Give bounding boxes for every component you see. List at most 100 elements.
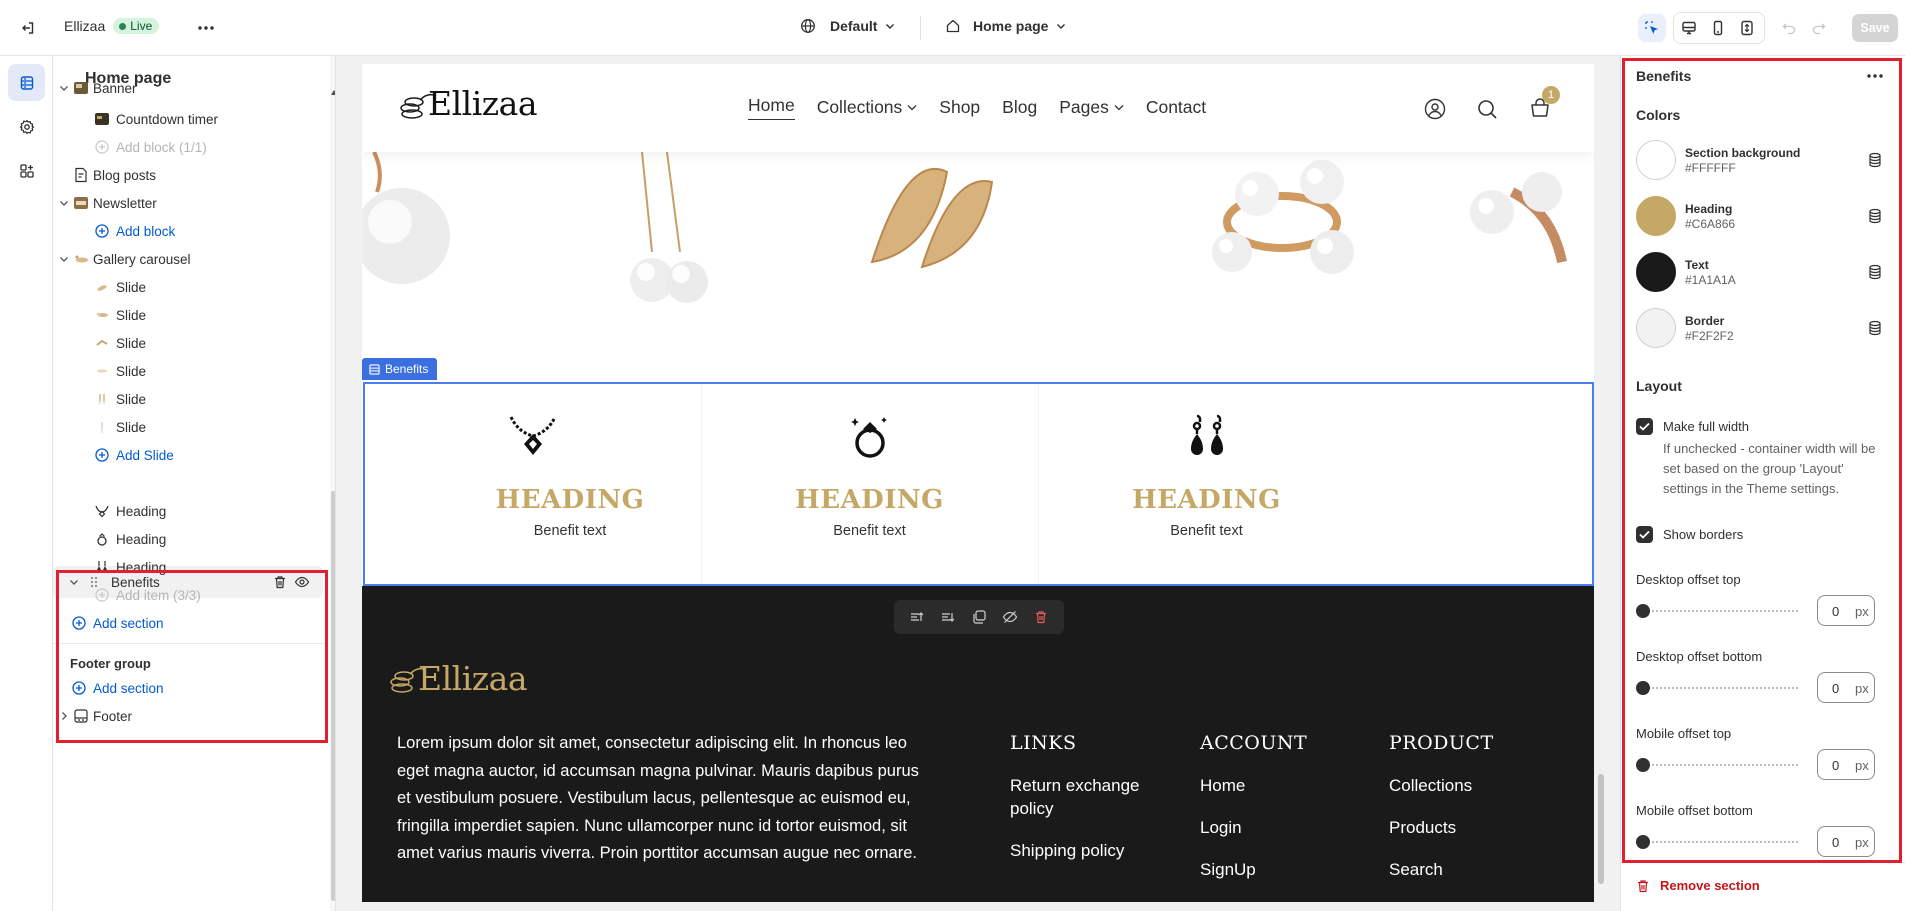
settings-more-button[interactable] [1867,68,1887,84]
section-tag[interactable]: Benefits [362,358,438,380]
footer-link[interactable]: Products [1389,816,1494,839]
tree-label: Add section [93,680,164,696]
theme-select[interactable]: Default [800,18,895,34]
chevron-down-icon[interactable] [57,196,71,210]
ring-icon [93,530,111,548]
benefit-item[interactable]: HEADING Benefit text [701,384,1038,584]
preview-scrollbar[interactable] [1596,64,1605,902]
desktop-offset-bottom-input[interactable]: 0 px [1817,672,1875,703]
layout-heading: Layout [1636,378,1682,394]
section-settings-panel: Benefits Colors Section background #FFFF… [1620,56,1905,911]
add-slide-button[interactable]: Add Slide [53,438,328,472]
footer-logo[interactable]: Ellizaa [418,659,528,698]
nav-link-collections[interactable]: Collections [817,95,918,120]
full-width-checkbox[interactable] [1636,418,1653,435]
sections-button[interactable] [8,64,45,101]
color-swatch-section-background[interactable] [1636,140,1676,180]
tree-label: Slide [116,279,147,295]
mobile-offset-top-slider[interactable] [1636,757,1800,773]
footer-link[interactable]: Return exchange policy [1010,774,1170,820]
theme-settings-button[interactable] [8,108,45,145]
chevron-right-icon[interactable] [57,709,71,723]
site-logo[interactable]: Ellizaa [428,84,538,123]
database-icon[interactable] [1867,152,1883,168]
footer-column-links: LINKS Return exchange policy Shipping po… [1010,732,1170,881]
nav-link-pages[interactable]: Pages [1059,95,1124,120]
footer-link[interactable]: Search [1389,858,1494,881]
nav-link-contact[interactable]: Contact [1146,95,1206,120]
page-select[interactable]: Home page [945,18,1066,34]
database-icon[interactable] [1867,264,1883,280]
footer-link[interactable]: Shipping policy [1010,839,1170,862]
delete-icon[interactable] [1033,609,1049,625]
footer-link[interactable]: Collections [1389,774,1494,797]
exit-button[interactable] [14,14,42,42]
tree-section-banner[interactable]: Banner [53,71,328,105]
color-name: Section background [1685,146,1801,160]
move-down-icon[interactable] [940,609,956,625]
nav-link-shop[interactable]: Shop [939,95,980,120]
section-toolbar [894,600,1064,634]
slider-knob[interactable] [1636,835,1650,849]
benefit-item[interactable]: HEADING Benefit text [1038,384,1375,584]
scroll-up-arrow[interactable] [331,90,335,96]
duplicate-icon[interactable] [971,609,987,625]
color-swatch-text[interactable] [1636,252,1676,292]
show-borders-label[interactable]: Show borders [1663,527,1743,542]
hide-icon[interactable] [1002,609,1018,625]
slider-knob[interactable] [1636,604,1650,618]
add-section-button[interactable]: Add section [53,606,328,640]
mobile-offset-top-input[interactable]: 0 px [1817,749,1875,780]
footer-link[interactable]: SignUp [1200,858,1307,881]
tree-scrollbar-thumb[interactable] [331,491,335,901]
slider-knob[interactable] [1636,681,1650,695]
color-swatch-heading[interactable] [1636,196,1676,236]
save-button[interactable]: Save [1852,14,1898,42]
apps-button[interactable] [8,152,45,189]
move-up-icon[interactable] [909,609,925,625]
plus-circle-icon [93,138,111,156]
more-actions-button[interactable] [192,14,220,42]
chevron-down-icon[interactable] [57,81,71,95]
color-hex: #C6A866 [1685,217,1736,231]
desktop-offset-bottom-slider[interactable] [1636,680,1800,696]
tree-section-footer[interactable]: Footer [53,699,328,733]
preview-scrollbar-thumb[interactable] [1598,774,1604,884]
benefits-section[interactable]: HEADING Benefit text HEADING Benefit tex… [363,382,1594,586]
mobile-offset-bottom-slider[interactable] [1636,834,1800,850]
footer-link[interactable]: Login [1200,816,1307,839]
footer-link[interactable]: Home [1200,774,1307,797]
search-icon[interactable] [1477,99,1498,120]
mobile-view-button[interactable] [1705,15,1731,41]
inspector-button[interactable] [1638,14,1666,42]
ring-icon [851,417,887,458]
chevron-down-icon [1057,24,1066,29]
slide-thumb-icon [93,334,111,352]
gallery-thumb-icon [72,250,90,268]
trash-icon [1638,879,1648,892]
slider-knob[interactable] [1636,758,1650,772]
remove-section-button[interactable]: Remove section [1636,878,1760,893]
full-width-label[interactable]: Make full width [1663,419,1749,434]
desktop-offset-top-slider[interactable] [1636,603,1800,619]
color-swatch-border[interactable] [1636,308,1676,348]
nav-link-blog[interactable]: Blog [1002,95,1037,120]
database-icon[interactable] [1867,208,1883,224]
fullscreen-view-button[interactable] [1734,15,1760,41]
mobile-offset-bottom-input[interactable]: 0 px [1817,826,1875,857]
redo-button[interactable] [1806,15,1832,41]
database-icon[interactable] [1867,320,1883,336]
undo-button[interactable] [1776,15,1802,41]
account-icon[interactable] [1424,98,1446,120]
desktop-view-button[interactable] [1676,15,1702,41]
chevron-down-icon[interactable] [57,252,71,266]
slider-track [1636,764,1800,766]
nav-label: Home [748,95,795,115]
desktop-offset-top-input[interactable]: 0 px [1817,595,1875,626]
show-borders-checkbox[interactable] [1636,526,1653,543]
more-icon [1867,74,1883,78]
mobile-icon [1713,20,1723,36]
section-tree-panel: Home page Banner Countdown timer Add blo… [53,56,336,911]
slide-thumb-icon [93,418,111,436]
nav-link-home[interactable]: Home [748,95,795,120]
